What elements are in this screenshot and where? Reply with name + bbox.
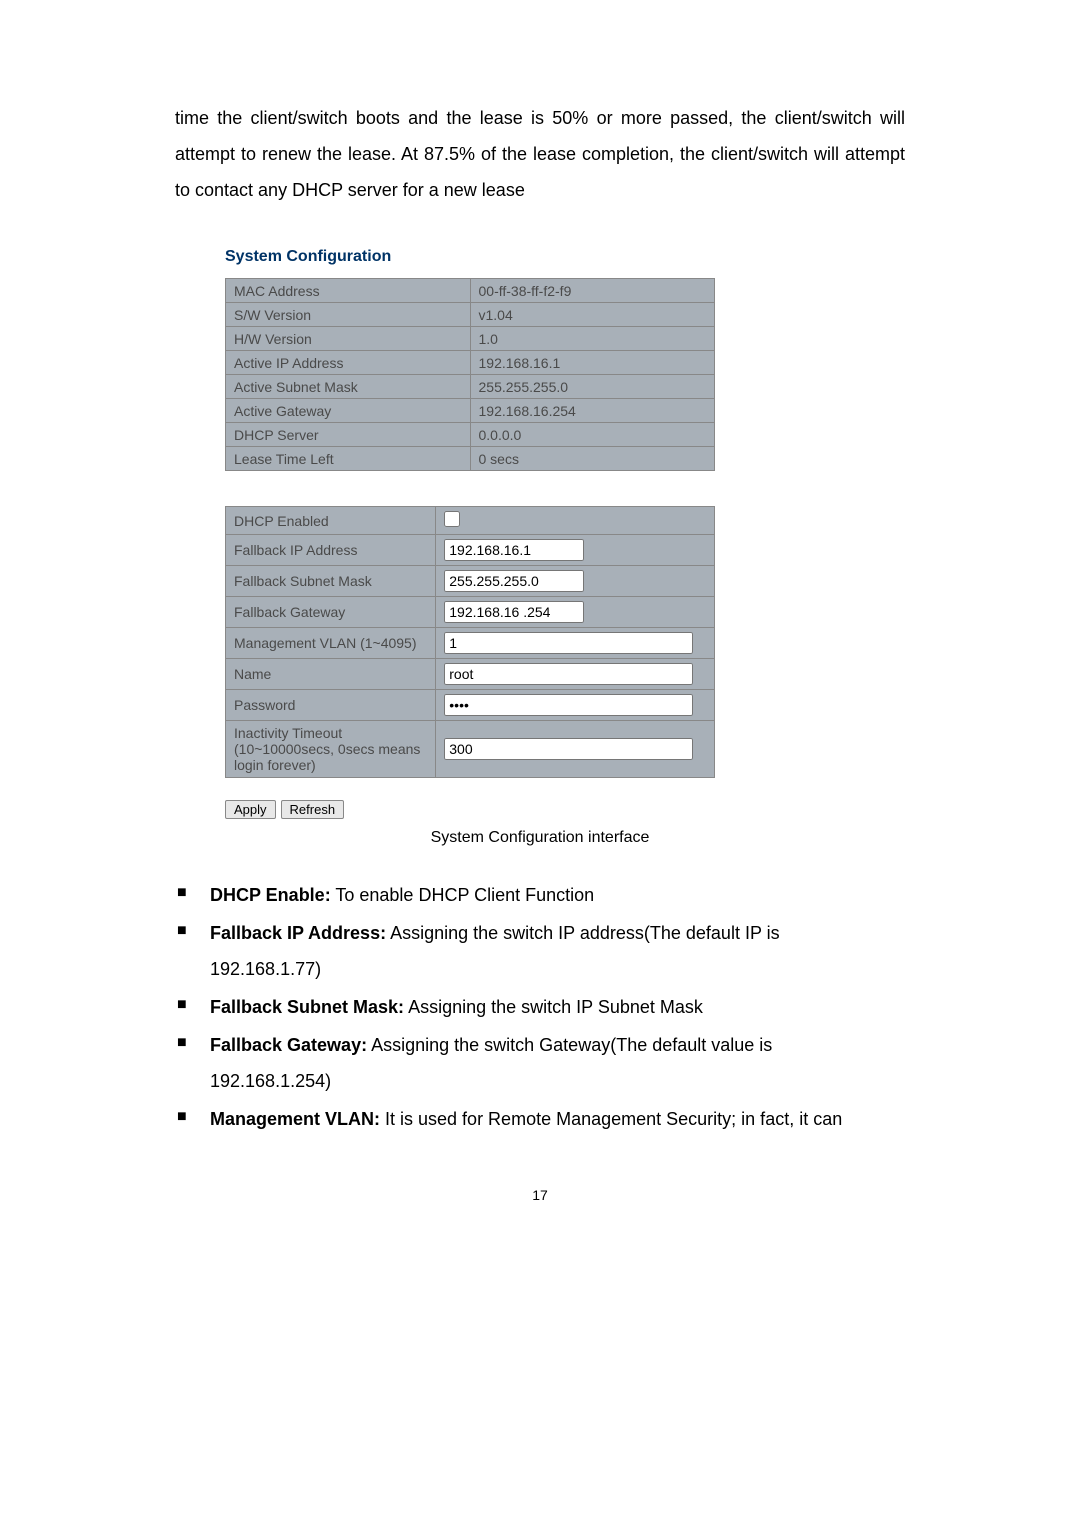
fallback-ip-label: Fallback IP Address	[226, 535, 436, 566]
refresh-button[interactable]: Refresh	[281, 800, 345, 819]
bullet-sub: 192.168.1.77)	[210, 951, 905, 987]
table-row: Active IP Address192.168.16.1	[226, 351, 715, 375]
timeout-label: Inactivity Timeout (10~10000secs, 0secs …	[226, 721, 436, 778]
list-item: Fallback IP Address: Assigning the switc…	[175, 915, 905, 987]
list-item: Fallback Subnet Mask: Assigning the swit…	[175, 989, 905, 1025]
password-label: Password	[226, 690, 436, 721]
list-item: DHCP Enable: To enable DHCP Client Funct…	[175, 877, 905, 913]
status-value: 1.0	[470, 327, 715, 351]
bullet-text: Assigning the switch IP Subnet Mask	[404, 997, 703, 1017]
status-value: 0 secs	[470, 447, 715, 471]
password-row: Password	[226, 690, 715, 721]
fallback-gateway-label: Fallback Gateway	[226, 597, 436, 628]
table-row: H/W Version1.0	[226, 327, 715, 351]
status-value: v1.04	[470, 303, 715, 327]
form-table: DHCP Enabled Fallback IP Address Fallbac…	[225, 506, 715, 778]
fallback-gateway-input[interactable]	[444, 601, 584, 623]
mgmt-vlan-row: Management VLAN (1~4095)	[226, 628, 715, 659]
timeout-input[interactable]	[444, 738, 693, 760]
status-label: DHCP Server	[226, 423, 471, 447]
table-row: S/W Versionv1.04	[226, 303, 715, 327]
status-label: Lease Time Left	[226, 447, 471, 471]
bullet-bold: Fallback IP Address:	[210, 923, 386, 943]
config-heading: System Configuration	[225, 248, 905, 266]
system-config-section: System Configuration MAC Address00-ff-38…	[225, 248, 905, 778]
fallback-mask-label: Fallback Subnet Mask	[226, 566, 436, 597]
table-row: MAC Address00-ff-38-ff-f2-f9	[226, 279, 715, 303]
bullet-bold: Fallback Gateway:	[210, 1035, 367, 1055]
name-row: Name	[226, 659, 715, 690]
status-value: 192.168.16.1	[470, 351, 715, 375]
table-row: Active Gateway192.168.16.254	[226, 399, 715, 423]
status-label: H/W Version	[226, 327, 471, 351]
timeout-row: Inactivity Timeout (10~10000secs, 0secs …	[226, 721, 715, 778]
table-row: Lease Time Left0 secs	[226, 447, 715, 471]
status-label: Active Subnet Mask	[226, 375, 471, 399]
bullet-text: To enable DHCP Client Function	[331, 885, 594, 905]
fallback-ip-input[interactable]	[444, 539, 584, 561]
status-value: 255.255.255.0	[470, 375, 715, 399]
figure-caption: System Configuration interface	[175, 829, 905, 847]
bullet-text: Assigning the switch Gateway(The default…	[367, 1035, 772, 1055]
status-value: 00-ff-38-ff-f2-f9	[470, 279, 715, 303]
fallback-mask-input[interactable]	[444, 570, 584, 592]
mgmt-vlan-input[interactable]	[444, 632, 693, 654]
password-input[interactable]	[444, 694, 693, 716]
fallback-mask-row: Fallback Subnet Mask	[226, 566, 715, 597]
intro-paragraph: time the client/switch boots and the lea…	[175, 100, 905, 208]
status-value: 0.0.0.0	[470, 423, 715, 447]
page-number: 17	[175, 1187, 905, 1203]
bullet-sub: 192.168.1.254)	[210, 1063, 905, 1099]
status-label: Active Gateway	[226, 399, 471, 423]
apply-button[interactable]: Apply	[225, 800, 276, 819]
status-value: 192.168.16.254	[470, 399, 715, 423]
bullet-list: DHCP Enable: To enable DHCP Client Funct…	[175, 877, 905, 1137]
status-label: MAC Address	[226, 279, 471, 303]
bullet-bold: Management VLAN:	[210, 1109, 380, 1129]
fallback-gateway-row: Fallback Gateway	[226, 597, 715, 628]
list-item: Fallback Gateway: Assigning the switch G…	[175, 1027, 905, 1099]
name-label: Name	[226, 659, 436, 690]
dhcp-enabled-row: DHCP Enabled	[226, 507, 715, 535]
name-input[interactable]	[444, 663, 693, 685]
table-row: Active Subnet Mask255.255.255.0	[226, 375, 715, 399]
bullet-bold: Fallback Subnet Mask:	[210, 997, 404, 1017]
bullet-text: Assigning the switch IP address(The defa…	[386, 923, 780, 943]
list-item: Management VLAN: It is used for Remote M…	[175, 1101, 905, 1137]
status-label: S/W Version	[226, 303, 471, 327]
fallback-ip-row: Fallback IP Address	[226, 535, 715, 566]
button-row: Apply Refresh	[225, 798, 905, 819]
table-row: DHCP Server0.0.0.0	[226, 423, 715, 447]
status-label: Active IP Address	[226, 351, 471, 375]
status-table: MAC Address00-ff-38-ff-f2-f9 S/W Version…	[225, 278, 715, 471]
bullet-bold: DHCP Enable:	[210, 885, 331, 905]
bullet-text: It is used for Remote Management Securit…	[380, 1109, 842, 1129]
dhcp-enabled-label: DHCP Enabled	[226, 507, 436, 535]
dhcp-enabled-checkbox[interactable]	[444, 511, 460, 527]
mgmt-vlan-label: Management VLAN (1~4095)	[226, 628, 436, 659]
